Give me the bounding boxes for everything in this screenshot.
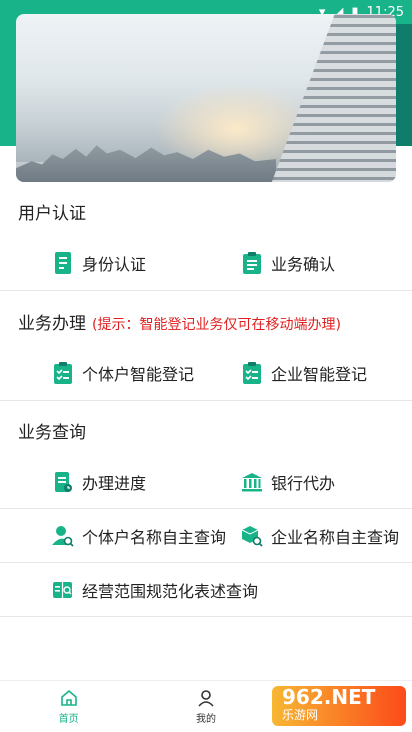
header-accent [394,24,412,146]
nav-mine-label: 我的 [195,714,216,725]
individual-registration-button[interactable]: 个体户智能登记 [52,353,194,393]
clipboard-icon [241,251,263,275]
identity-auth-button[interactable]: 身份认证 [52,243,146,283]
watermark-logo: 962.NET 乐游网 [272,686,406,726]
section-title-business: 业务办理 (提示：智能登记业务仅可在移动端办理) [18,309,341,334]
divider [0,508,412,509]
smart-registration-hint: (提示：智能登记业务仅可在移动端办理) [92,317,341,333]
enterprise-registration-button[interactable]: 企业智能登记 [241,353,367,393]
nav-home[interactable]: 首页 [59,688,79,725]
individual-name-query-label: 个体户名称自主查询 [82,528,227,547]
enterprise-name-query-label: 企业名称自主查询 [271,528,400,547]
business-confirm-button[interactable]: 业务确认 [241,243,335,283]
checklist-icon [241,361,263,385]
enterprise-registration-label: 企业智能登记 [271,365,368,384]
nav-home-label: 首页 [58,714,79,725]
progress-query-button[interactable]: 办理进度 [52,462,146,502]
divider [0,400,412,401]
divider [0,290,412,291]
user-search-icon [52,524,74,548]
id-card-icon [52,251,74,275]
divider [0,616,412,617]
watermark-bottom: 乐游网 [282,708,319,722]
bank-agent-button[interactable]: 银行代办 [241,462,335,502]
bank-icon [241,470,263,494]
checklist-icon [52,361,74,385]
bank-agent-label: 银行代办 [271,474,336,493]
progress-doc-icon [52,470,74,494]
enterprise-name-query-button[interactable]: 企业名称自主查询 [241,516,399,556]
identity-auth-label: 身份认证 [82,255,147,274]
business-scope-query-button[interactable]: 经营范围规范化表述查询 [52,570,258,610]
watermark-top: 962.NET [282,685,376,709]
progress-query-label: 办理进度 [82,474,147,493]
divider [0,562,412,563]
home-banner[interactable] [16,14,396,182]
individual-name-query-button[interactable]: 个体户名称自主查询 [52,516,226,556]
business-confirm-label: 业务确认 [271,255,336,274]
nav-mine[interactable]: 我的 [196,688,216,725]
section-title-query: 业务查询 [18,423,86,443]
book-search-icon [52,578,74,602]
cube-search-icon [241,524,263,548]
business-scope-query-label: 经营范围规范化表述查询 [82,582,259,601]
section-title-business-text: 业务办理 [18,314,86,334]
section-title-user-auth: 用户认证 [18,204,86,224]
user-icon [198,690,214,707]
individual-registration-label: 个体户智能登记 [82,365,195,384]
home-icon [60,689,77,706]
